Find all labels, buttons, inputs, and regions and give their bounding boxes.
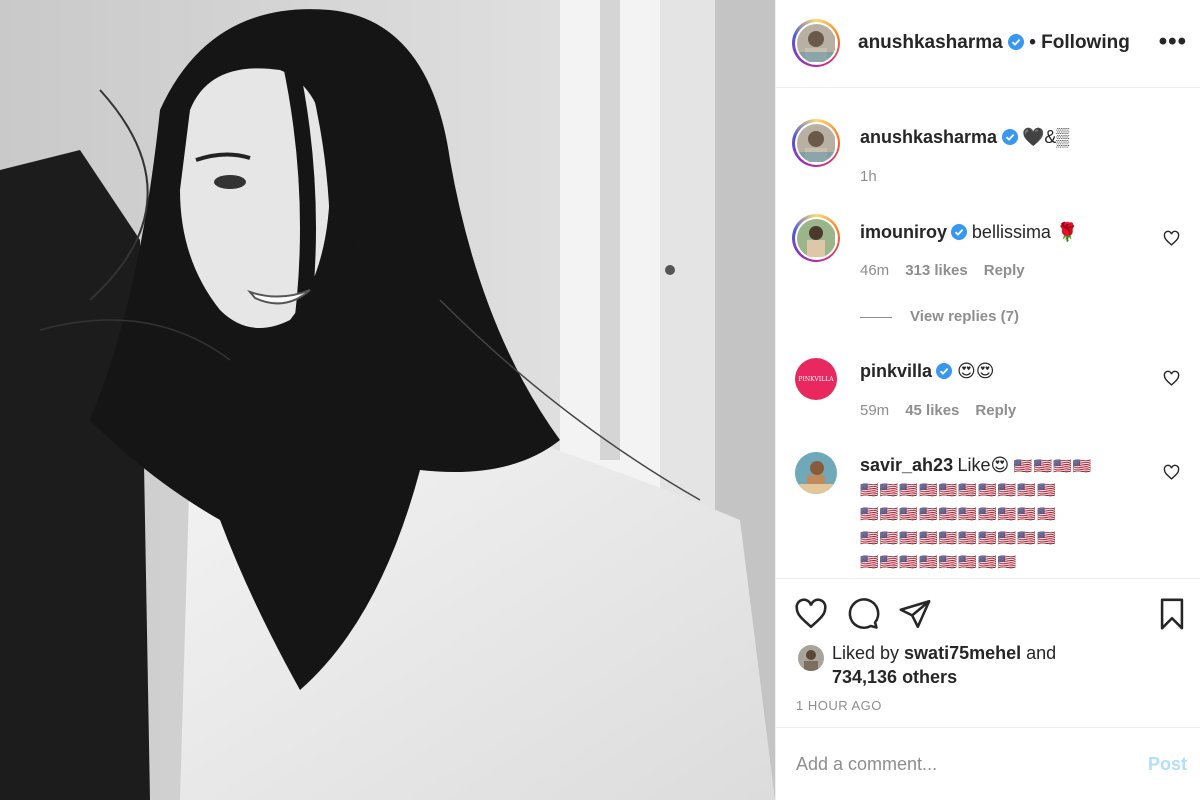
comment-text: bellissima 🌹 bbox=[971, 222, 1079, 242]
following-button[interactable]: • Following bbox=[1029, 32, 1130, 53]
comment-likes[interactable]: 313 likes bbox=[905, 262, 968, 279]
save-bookmark-icon[interactable] bbox=[1155, 597, 1189, 631]
comment-meta: 59m 45 likes Reply bbox=[860, 402, 1032, 419]
comment-username[interactable]: pinkvilla bbox=[860, 361, 932, 381]
comment-likes[interactable]: 45 likes bbox=[905, 402, 959, 419]
post-comment-button[interactable]: Post bbox=[1148, 754, 1187, 775]
comment-flags: 🇺🇸🇺🇸🇺🇸🇺🇸🇺🇸🇺🇸🇺🇸🇺🇸🇺🇸🇺🇸 bbox=[860, 482, 1057, 499]
caption-text: 🖤&▒ bbox=[1021, 127, 1070, 147]
liker-username[interactable]: swati75mehel bbox=[904, 643, 1021, 663]
comment-like-heart-icon[interactable] bbox=[1163, 370, 1180, 387]
comment-meta: 46m 313 likes Reply bbox=[860, 262, 1041, 279]
comment-bubble-icon[interactable] bbox=[846, 597, 880, 631]
comment-flags: 🇺🇸🇺🇸🇺🇸🇺🇸🇺🇸🇺🇸🇺🇸🇺🇸🇺🇸🇺🇸 bbox=[860, 506, 1057, 523]
comment-like-heart-icon[interactable] bbox=[1163, 230, 1180, 247]
reply-button[interactable]: Reply bbox=[984, 262, 1025, 279]
post-image bbox=[0, 0, 775, 800]
comment-time: 59m bbox=[860, 402, 890, 419]
comment-username[interactable]: savir_ah23 bbox=[860, 455, 953, 475]
view-replies-label: View replies (7) bbox=[910, 308, 1019, 325]
comment-box: Post bbox=[776, 727, 1200, 800]
comment-line: pinkvilla 😍😍 bbox=[860, 361, 994, 382]
liked-by-prefix: Liked by bbox=[832, 643, 905, 663]
pinkvilla-logo: PINKVILLA bbox=[798, 375, 834, 383]
comment-time: 46m bbox=[860, 262, 890, 279]
caption-username[interactable]: anushkasharma bbox=[860, 127, 997, 147]
comment-line: imouniroy bellissima 🌹 bbox=[860, 222, 1078, 243]
comment-flags: 🇺🇸🇺🇸🇺🇸🇺🇸🇺🇸🇺🇸🇺🇸🇺🇸 bbox=[860, 554, 1018, 571]
caption-avatar[interactable] bbox=[792, 119, 840, 167]
comment-avatar[interactable] bbox=[795, 452, 837, 494]
header-user-line: anushkasharma • Following bbox=[858, 32, 1130, 54]
reply-button[interactable]: Reply bbox=[975, 402, 1016, 419]
caption-time: 1h bbox=[860, 168, 877, 185]
post-timestamp[interactable]: 1 HOUR AGO bbox=[796, 698, 882, 713]
comment-line: savir_ah23 Like😍 🇺🇸🇺🇸🇺🇸🇺🇸 🇺🇸🇺🇸🇺🇸🇺🇸🇺🇸🇺🇸🇺🇸… bbox=[860, 455, 1160, 575]
verified-badge-icon bbox=[1007, 34, 1024, 50]
post-sidebar: anushkasharma • Following ••• anushkasha… bbox=[775, 0, 1200, 800]
header-avatar[interactable] bbox=[792, 19, 840, 67]
like-heart-icon[interactable] bbox=[794, 597, 828, 631]
view-replies-button[interactable]: View replies (7) bbox=[860, 308, 1019, 325]
post-photo[interactable] bbox=[0, 0, 775, 800]
comment-text: 😍😍 bbox=[956, 361, 995, 381]
header-username[interactable]: anushkasharma bbox=[858, 32, 1003, 53]
comment-avatar[interactable] bbox=[792, 214, 840, 262]
verified-badge-icon bbox=[951, 224, 968, 240]
verified-badge-icon bbox=[936, 363, 953, 379]
liker-avatar[interactable] bbox=[798, 645, 824, 671]
comment-flags: 🇺🇸🇺🇸🇺🇸🇺🇸🇺🇸🇺🇸🇺🇸🇺🇸🇺🇸🇺🇸 bbox=[860, 530, 1057, 547]
caption-line: anushkasharma 🖤&▒ bbox=[860, 127, 1069, 148]
comment-input[interactable] bbox=[796, 754, 1126, 775]
more-options-icon[interactable]: ••• bbox=[1159, 30, 1187, 54]
replies-divider bbox=[860, 316, 892, 318]
comment-username[interactable]: imouniroy bbox=[860, 222, 947, 242]
comment-like-heart-icon[interactable] bbox=[1163, 464, 1180, 481]
share-plane-icon[interactable] bbox=[898, 597, 932, 631]
likes-count-link[interactable]: 734,136 others bbox=[832, 667, 957, 687]
liked-by-and: and bbox=[1021, 643, 1057, 663]
post-header: anushkasharma • Following ••• bbox=[776, 0, 1200, 88]
comment-avatar[interactable]: PINKVILLA bbox=[795, 358, 837, 400]
comment-flags: 🇺🇸🇺🇸🇺🇸🇺🇸 bbox=[1013, 458, 1093, 475]
verified-badge-icon bbox=[1001, 129, 1018, 145]
comment-text: Like😍 bbox=[957, 455, 1010, 475]
liked-by-text: Liked by swati75mehel and 734,136 others bbox=[832, 641, 1192, 689]
